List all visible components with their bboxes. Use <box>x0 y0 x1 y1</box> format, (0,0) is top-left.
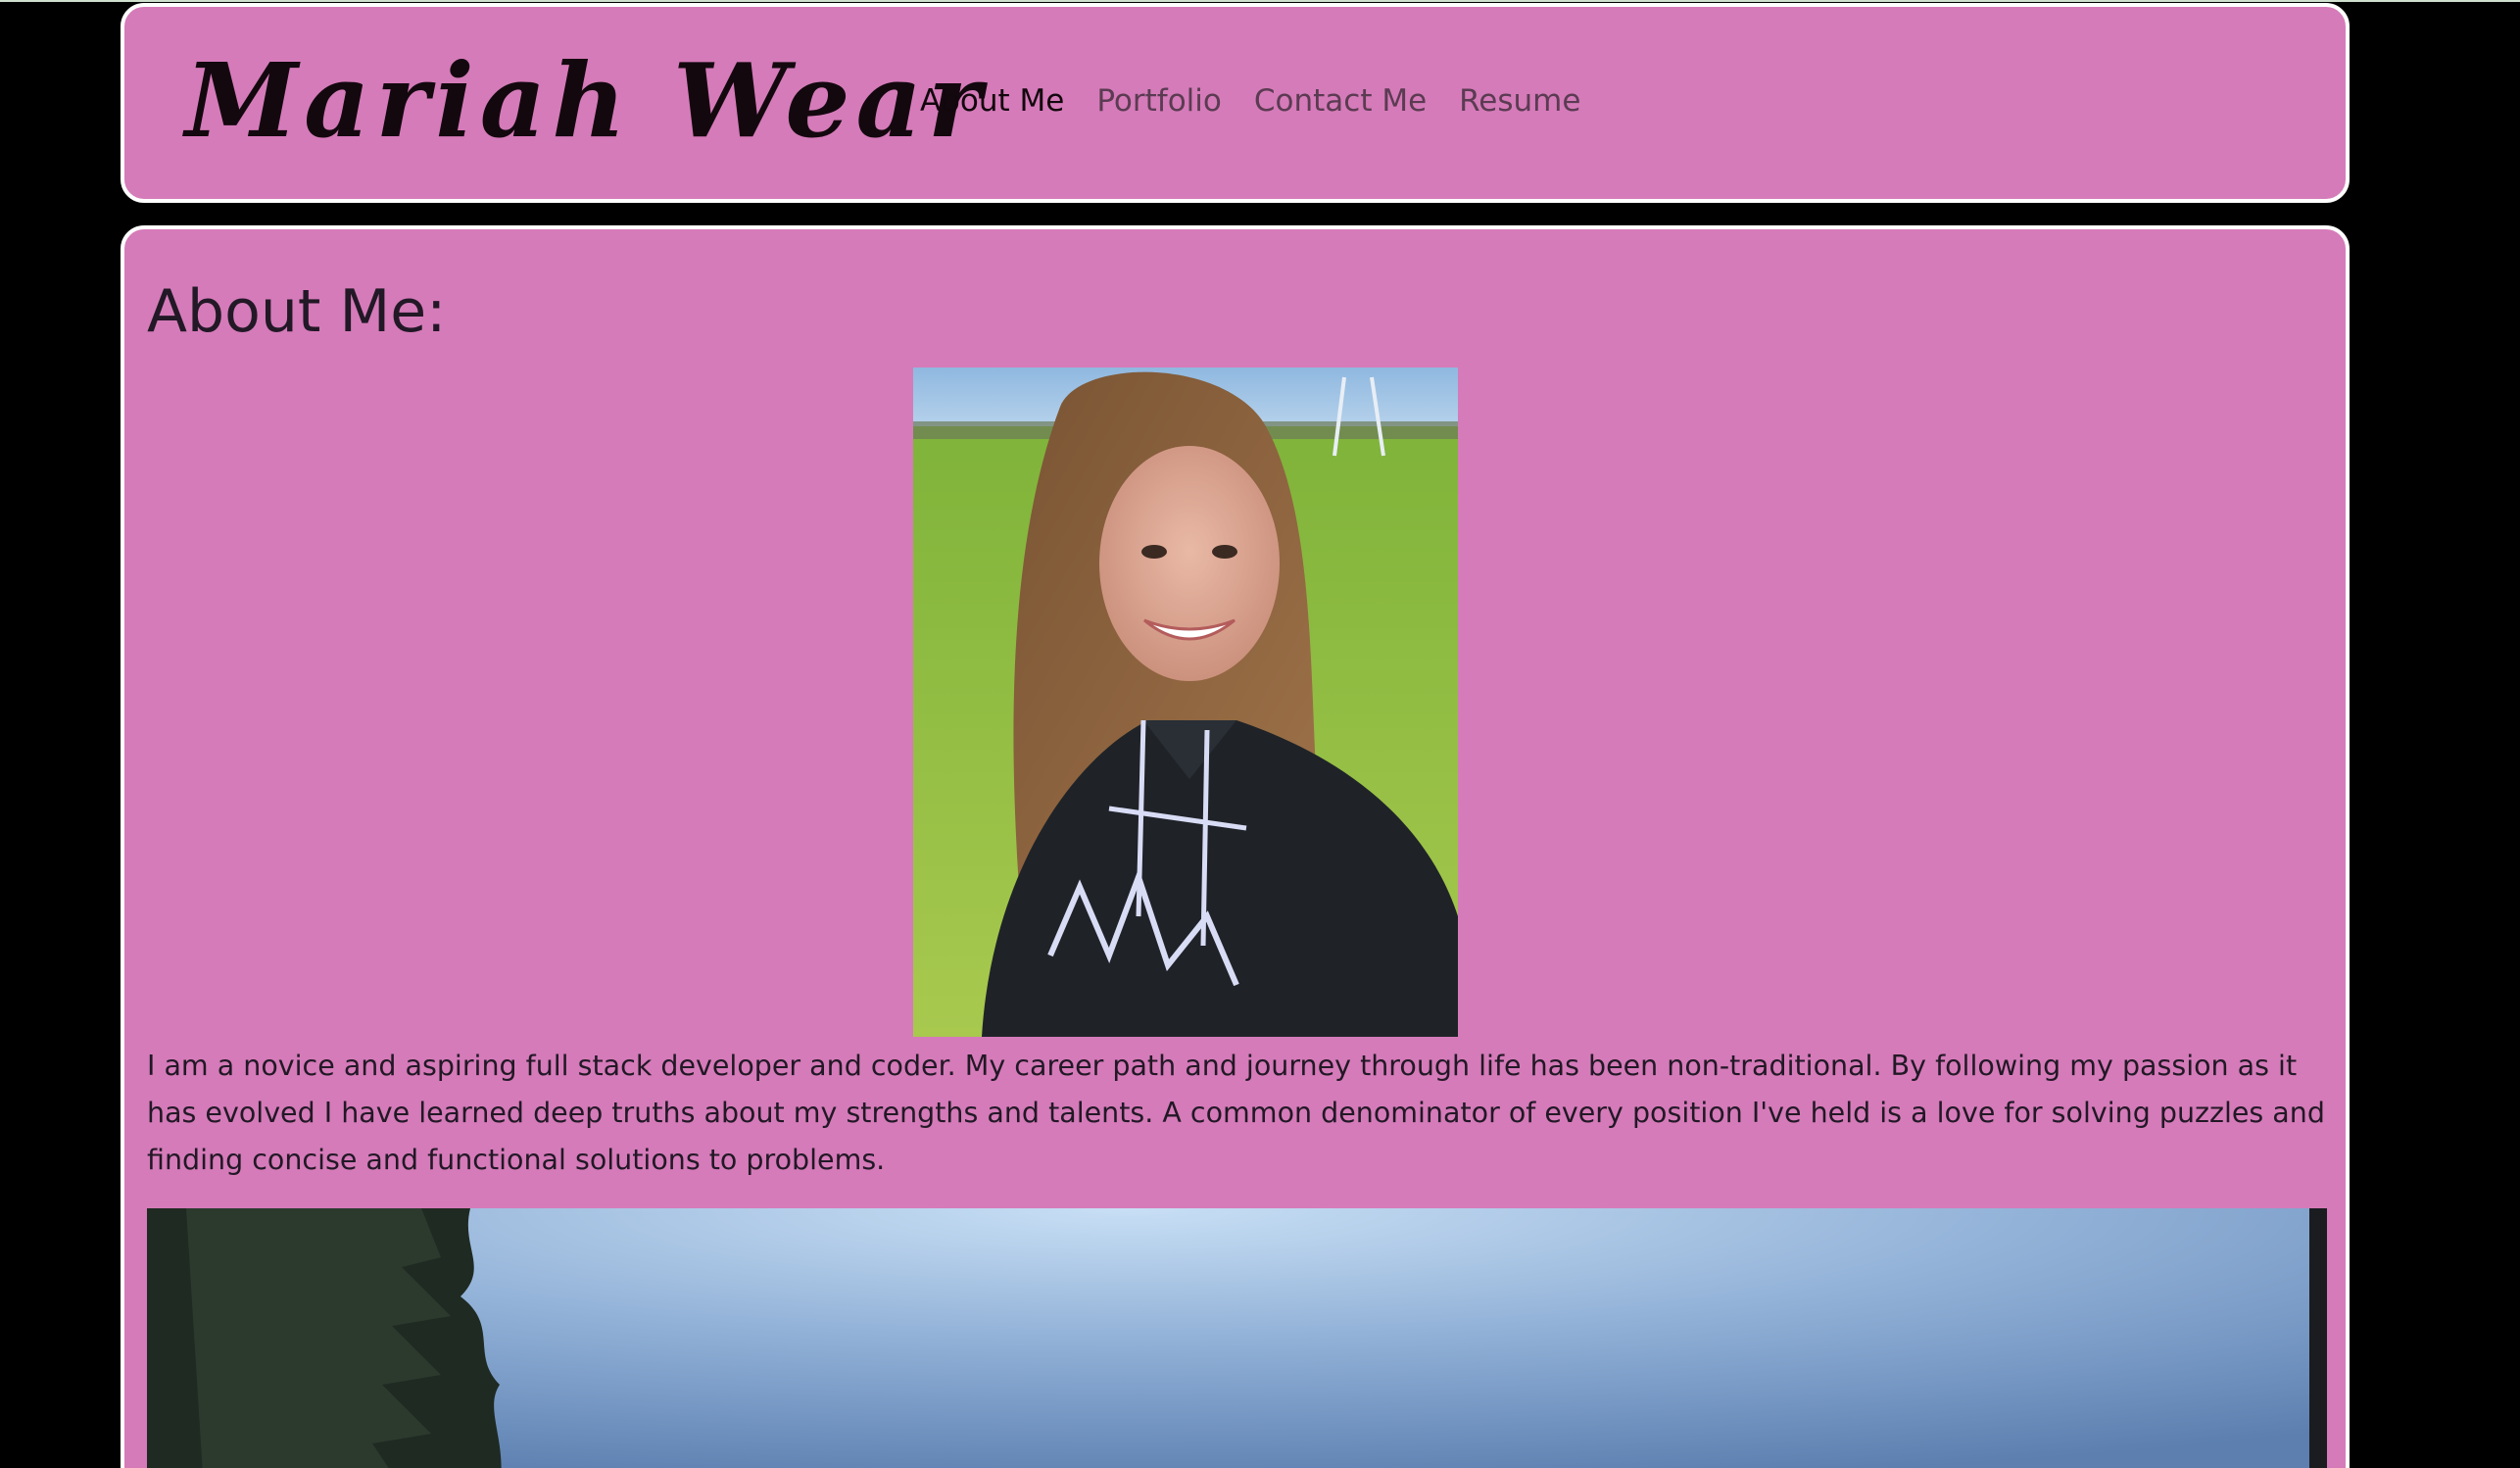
site-header: Mariah Wear About Me Portfolio Contact M… <box>121 3 2350 203</box>
browser-top-edge <box>0 0 2520 2</box>
nav-link-resume[interactable]: Resume <box>1459 81 1580 121</box>
nav-link-about-me[interactable]: About Me <box>920 81 1064 121</box>
page-title: About Me: <box>147 277 447 346</box>
profile-photo <box>913 367 1458 1037</box>
site-brand-title[interactable]: Mariah Wear <box>185 42 988 160</box>
nav-link-portfolio[interactable]: Portfolio <box>1096 81 1222 121</box>
main-nav: About Me Portfolio Contact Me Resume <box>920 81 1613 121</box>
about-section: About Me: I am a novice and aspiring ful… <box>121 225 2350 1468</box>
nav-link-contact-me[interactable]: Contact Me <box>1254 81 1427 121</box>
about-intro-text: I am a novice and aspiring full stack de… <box>147 1050 2325 1176</box>
landscape-photo <box>147 1208 2327 1468</box>
